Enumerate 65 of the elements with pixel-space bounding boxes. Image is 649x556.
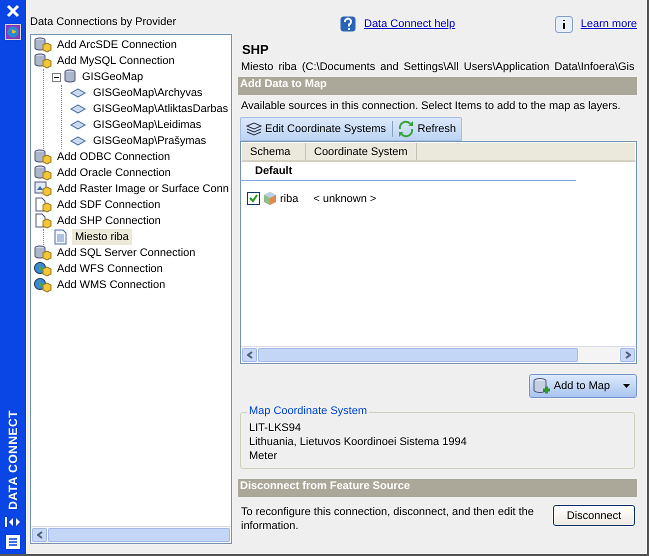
file-icon	[34, 213, 52, 229]
tree-item[interactable]: Add WMS Connection	[54, 277, 168, 293]
checkbox[interactable]	[247, 192, 260, 205]
panel-title: Data Connections by Provider	[30, 16, 178, 30]
add-to-map-button[interactable]: Add to Map	[528, 374, 637, 398]
help-link[interactable]: Data Connect help	[364, 18, 456, 30]
cube-icon	[263, 191, 277, 206]
raster-icon	[34, 181, 52, 197]
tree-item[interactable]: GISGeoMap	[79, 69, 146, 85]
tree-item[interactable]: GISGeoMap\Archyvas	[90, 85, 206, 101]
scrollbar[interactable]	[241, 346, 636, 363]
tree-item[interactable]: GISGeoMap\AtliktasDarbas	[90, 101, 231, 117]
refresh-icon	[398, 120, 414, 138]
toolbar-button[interactable]: Refresh	[396, 119, 458, 139]
database-icon	[34, 53, 52, 69]
tree-item[interactable]: Add SHP Connection	[54, 213, 164, 229]
connection-path: Miesto riba (C:\Documents and Settings\All Users\Application Data\Infoera\Gis	[241, 61, 636, 73]
tree-item[interactable]: Add ODBC Connection	[54, 149, 174, 165]
tree-item[interactable]: Add SDF Connection	[54, 197, 164, 213]
column-header[interactable]: Coordinate System	[306, 143, 417, 160]
schema-cell: riba	[280, 192, 298, 204]
section-header: Add Data to Map	[238, 77, 637, 95]
scrollbar[interactable]	[31, 526, 231, 543]
close-icon[interactable]	[6, 4, 20, 18]
group-header: Default	[241, 162, 576, 181]
database-icon	[34, 37, 52, 53]
coordinate-system-info: Meter	[249, 449, 278, 463]
database-icon	[34, 245, 52, 261]
web-icon	[34, 277, 52, 293]
section-description: To reconfigure this connection, disconnect, and then edit the information.	[241, 505, 535, 533]
disconnect-button[interactable]: Disconnect	[553, 505, 635, 526]
tree-item[interactable]: Add Oracle Connection	[54, 165, 174, 181]
collapse-toggle[interactable]	[52, 72, 61, 82]
tree-item[interactable]: Add MySQL Connection	[54, 53, 178, 69]
tree-item[interactable]: Add WFS Connection	[54, 261, 166, 277]
section-header: Disconnect from Feature Source	[238, 479, 637, 497]
store-icon	[64, 69, 77, 85]
tree-item[interactable]: Add SQL Server Connection	[54, 245, 198, 261]
database-add-icon	[532, 377, 551, 395]
coordinate-system-cell: < unknown >	[313, 192, 376, 204]
menu-icon[interactable]	[5, 534, 21, 550]
info-icon	[554, 16, 573, 32]
tree-item[interactable]: Miesto riba	[72, 229, 132, 245]
palette-title: DATA CONNECT	[6, 410, 20, 510]
layers-icon	[246, 121, 262, 137]
tree-item[interactable]: GISGeoMap\Prašymas	[90, 133, 210, 149]
expand-arrows-icon[interactable]	[5, 516, 21, 528]
database-icon	[34, 149, 52, 165]
section-description: Available sources in this connection. Select Items to add to the map as layers.	[241, 100, 622, 112]
file-icon	[34, 197, 52, 213]
database-icon	[34, 165, 52, 181]
help-link[interactable]: Learn more	[580, 18, 637, 30]
coordinate-system-info: Lithuania, Lietuvos Koordinoei Sistema 1994	[249, 435, 468, 449]
toolbar-button[interactable]: Edit Coordinate Systems	[244, 119, 388, 139]
caret-icon	[623, 384, 630, 388]
web-icon	[34, 261, 52, 277]
connection-heading: SHP	[242, 42, 270, 57]
globe-icon[interactable]	[5, 24, 21, 40]
tree-item[interactable]: GISGeoMap\Leidimas	[90, 117, 204, 133]
coordinate-system-info: LIT-LKS94	[249, 421, 302, 435]
help-icon	[340, 16, 356, 32]
tree-item[interactable]: Add Raster Image or Surface Conn	[54, 181, 231, 197]
tree-item[interactable]: Add ArcSDE Connection	[54, 37, 180, 53]
group-box-title: Map Coordinate System	[247, 405, 369, 417]
column-header[interactable]: Schema	[242, 143, 306, 160]
